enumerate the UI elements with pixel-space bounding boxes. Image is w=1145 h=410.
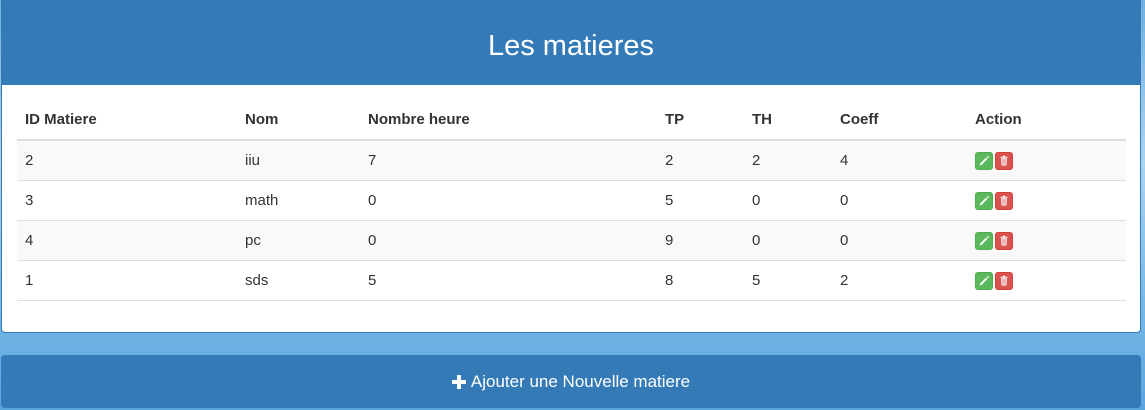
table-row: 2 iiu 7 2 2 4 [17, 139, 1126, 181]
cell-th: 2 [744, 139, 832, 181]
column-header-nombre-heure: Nombre heure [360, 99, 657, 141]
plus-icon [451, 374, 466, 389]
cell-actions [967, 260, 1126, 301]
cell-coeff: 2 [832, 260, 967, 301]
table-row: 4 pc 0 9 0 0 [17, 220, 1126, 261]
cell-heures: 5 [360, 260, 657, 301]
pencil-icon [979, 195, 989, 206]
pencil-icon [979, 275, 989, 286]
table-row: 1 sds 5 8 5 2 [17, 260, 1126, 301]
cell-id: 2 [17, 139, 237, 181]
cell-tp: 2 [657, 139, 744, 181]
edit-button[interactable] [975, 231, 993, 250]
cell-coeff: 4 [832, 139, 967, 181]
cell-id: 4 [17, 220, 237, 261]
cell-coeff: 0 [832, 180, 967, 221]
pencil-icon [979, 235, 989, 246]
cell-nom: iiu [237, 139, 360, 181]
delete-button[interactable] [995, 231, 1013, 250]
matieres-table: ID Matiere Nom Nombre heure TP TH Coeff … [17, 99, 1126, 301]
column-header-action: Action [967, 99, 1126, 141]
column-header-coeff: Coeff [832, 99, 967, 141]
cell-th: 0 [744, 180, 832, 221]
cell-actions [967, 139, 1126, 181]
cell-actions [967, 220, 1126, 261]
delete-button[interactable] [995, 191, 1013, 210]
delete-button[interactable] [995, 151, 1013, 170]
pencil-icon [979, 155, 989, 166]
cell-heures: 0 [360, 180, 657, 221]
table-header-row: ID Matiere Nom Nombre heure TP TH Coeff … [17, 99, 1126, 141]
matieres-panel: Les matieres ID Matiere Nom Nombre heure… [1, 0, 1141, 333]
column-header-nom: Nom [237, 99, 360, 141]
cell-tp: 8 [657, 260, 744, 301]
table-row: 3 math 0 5 0 0 [17, 180, 1126, 221]
cell-th: 5 [744, 260, 832, 301]
edit-button[interactable] [975, 271, 993, 290]
cell-th: 0 [744, 220, 832, 261]
cell-id: 3 [17, 180, 237, 221]
cell-actions [967, 180, 1126, 221]
cell-tp: 5 [657, 180, 744, 221]
cell-heures: 0 [360, 220, 657, 261]
cell-heures: 7 [360, 139, 657, 181]
edit-button[interactable] [975, 151, 993, 170]
cell-tp: 9 [657, 220, 744, 261]
page-title: Les matieres [487, 29, 654, 62]
cell-id: 1 [17, 260, 237, 301]
trash-icon [1000, 195, 1008, 206]
trash-icon [1000, 155, 1008, 166]
cell-nom: math [237, 180, 360, 221]
cell-coeff: 0 [832, 220, 967, 261]
add-matiere-button[interactable]: Ajouter une Nouvelle matiere [1, 355, 1141, 408]
trash-icon [1000, 275, 1008, 286]
column-header-tp: TP [657, 99, 744, 141]
column-header-th: TH [744, 99, 832, 141]
panel-heading: Les matieres [2, 1, 1140, 85]
cell-nom: pc [237, 220, 360, 261]
delete-button[interactable] [995, 271, 1013, 290]
column-header-id: ID Matiere [17, 99, 237, 141]
add-matiere-label: Ajouter une Nouvelle matiere [470, 371, 691, 391]
edit-button[interactable] [975, 191, 993, 210]
cell-nom: sds [237, 260, 360, 301]
trash-icon [1000, 235, 1008, 246]
